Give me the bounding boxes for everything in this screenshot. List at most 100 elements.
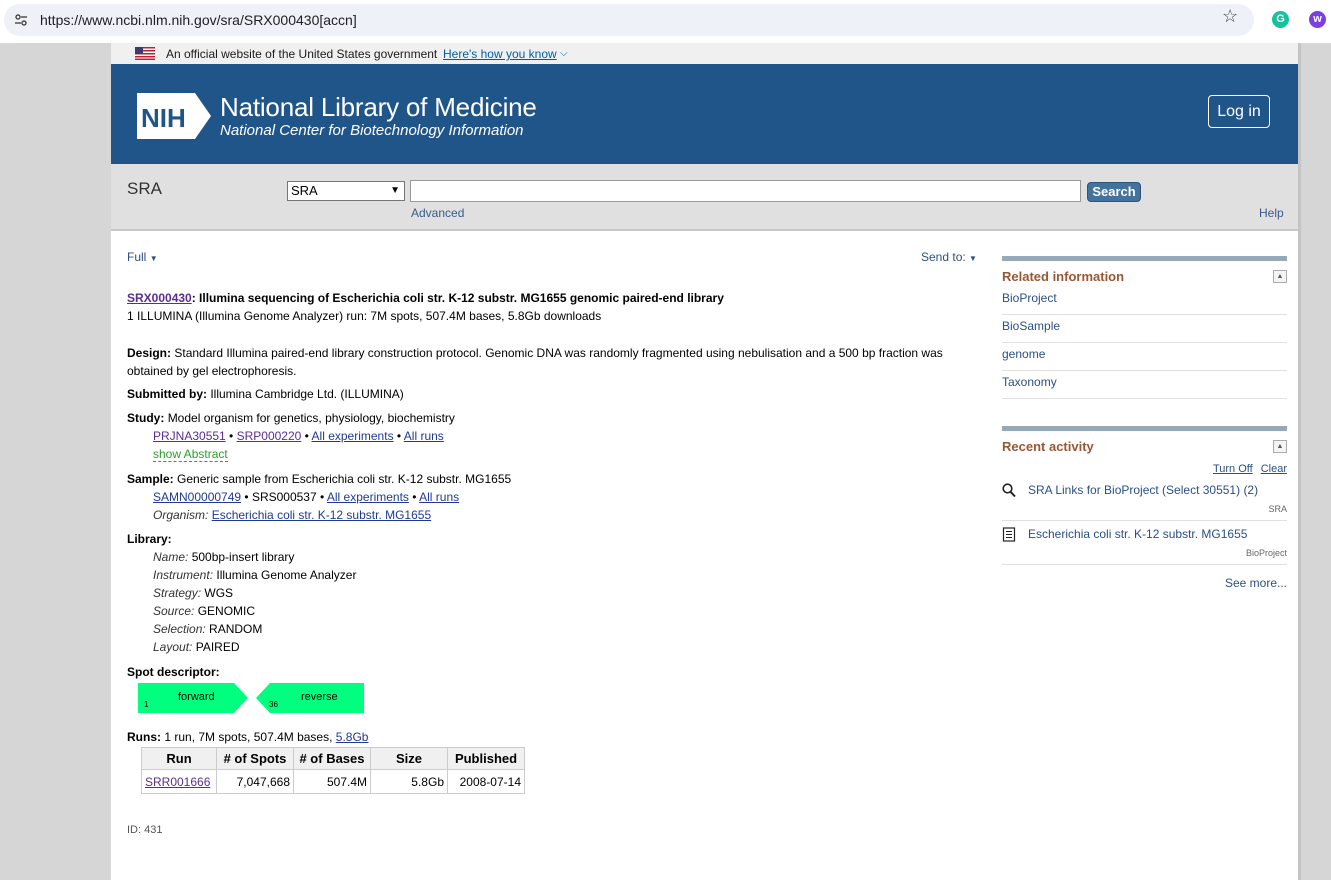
page: An official website of the United States… [111,43,1298,880]
related-taxonomy-link[interactable]: Taxonomy [1002,371,1287,399]
advanced-search-link[interactable]: Advanced [411,206,464,220]
srp-link[interactable]: SRP000220 [237,429,302,443]
record-summary: 1 ILLUMINA (Illumina Genome Analyzer) ru… [127,309,602,323]
sample-all-experiments-link[interactable]: All experiments [327,490,409,504]
recent-actions: Turn Off Clear [1002,463,1287,477]
runs-summary: Runs: 1 run, 7M spots, 507.4M bases, 5.8… [127,730,368,744]
related-header-bar [1002,256,1287,261]
related-biosample-link[interactable]: BioSample [1002,315,1287,343]
library-name: Name: 500bp-insert library [153,550,294,564]
show-abstract-row: show Abstract [153,447,228,462]
clear-link[interactable]: Clear [1261,463,1287,475]
site-header: NIH National Library of Medicine Nationa… [111,64,1298,164]
library-name-value: 500bp-insert library [191,550,295,564]
recent-item-text[interactable]: Escherichia coli str. K-12 substr. MG165… [1028,527,1247,541]
col-published: Published [447,747,525,770]
show-abstract-toggle[interactable]: show Abstract [153,447,228,462]
related-genome-link[interactable]: genome [1002,343,1287,371]
table-row: SRR001666 7,047,668 507.4M 5.8Gb 2008-07… [141,769,525,794]
recent-header-bar [1002,426,1287,431]
send-to-label: Send to: [921,250,966,264]
design-text: Standard Illumina paired-end library con… [127,346,943,378]
submitted-label: Submitted by: [127,387,207,401]
recent-item-db: BioProject [1245,548,1287,558]
accession-link[interactable]: SRX000430 [127,291,192,305]
library-label: Library: [127,532,172,546]
runs-table: Run # of Spots # of Bases Size Published… [141,747,525,794]
sidebar: Related information ▲ BioProject BioSamp… [1002,256,1287,590]
list-item[interactable]: Escherichia coli str. K-12 substr. MG165… [1002,521,1287,565]
sample-label: Sample: [127,472,174,486]
caret-down-icon: ▼ [149,254,158,263]
see-more-link[interactable]: See more... [1002,576,1287,590]
recent-item-text[interactable]: SRA Links for BioProject (Select 30551) … [1028,483,1258,497]
send-to-menu[interactable]: Send to: ▼ [921,250,977,264]
search-button[interactable]: Search [1087,182,1141,202]
runs-table-header: Run # of Spots # of Bases Size Published [141,747,525,770]
srs-id: SRS000537 [251,490,317,504]
collapse-icon[interactable]: ▲ [1273,440,1287,453]
organism: Organism: Escherichia coli str. K-12 sub… [153,508,431,522]
url-text[interactable]: https://www.ncbi.nlm.nih.gov/sra/SRX0004… [40,12,357,28]
turn-off-link[interactable]: Turn Off [1213,463,1253,475]
heres-how-you-know-link[interactable]: Here's how you know [443,47,557,61]
study-all-runs-link[interactable]: All runs [404,429,444,443]
biosample-link[interactable]: SAMN00000749 [153,490,241,504]
extension-icon[interactable]: w [1309,11,1326,28]
study-value: Model organism for genetics, physiology,… [167,411,455,425]
record-id: ID: 431 [127,824,163,836]
forward-position: 1 [144,700,149,709]
login-button[interactable]: Log in [1208,95,1270,128]
spot-descriptor-heading: Spot descriptor: [127,665,220,679]
display-format-menu[interactable]: Full ▼ [127,250,158,264]
recent-item-db: SRA [1268,504,1287,514]
size-cell: 5.8Gb [370,769,448,794]
bookmark-star-icon[interactable]: ☆ [1222,6,1238,27]
search-bar: SRA SRA ▼ Search Advanced Help [111,164,1298,231]
grammarly-extension-icon[interactable]: G [1272,11,1289,28]
study-label: Study: [127,411,165,425]
nih-logo[interactable]: NIH [135,91,213,141]
spots-cell: 7,047,668 [216,769,294,794]
database-select-value: SRA [291,183,318,198]
study-all-experiments-link[interactable]: All experiments [312,429,394,443]
sample: Sample: Generic sample from Escherichia … [127,472,511,486]
chevron-down-icon[interactable]: ⌵ [560,48,568,59]
run-link[interactable]: SRR001666 [145,775,210,789]
gov-banner: An official website of the United States… [111,43,1298,64]
library-source: Source: GENOMIC [153,604,255,618]
col-bases: # of Bases [293,747,371,770]
published-cell: 2008-07-14 [447,769,525,794]
ncbi-subtitle[interactable]: National Center for Biotechnology Inform… [220,122,524,139]
list-item[interactable]: SRA Links for BioProject (Select 30551) … [1002,477,1287,521]
sample-all-runs-link[interactable]: All runs [419,490,459,504]
reverse-position: 36 [269,700,278,709]
address-bar[interactable]: https://www.ncbi.nlm.nih.gov/sra/SRX0004… [4,4,1254,36]
gov-banner-text: An official website of the United States… [166,47,438,61]
recent-activity-title: Recent activity ▲ [1002,439,1287,457]
design-section: Design: Standard Illumina paired-end lib… [127,344,987,380]
col-run: Run [141,747,217,770]
database-select[interactable]: SRA ▼ [287,181,405,201]
site-settings-icon[interactable] [14,13,28,27]
submitted-value: Illumina Cambridge Ltd. (ILLUMINA) [210,387,404,401]
bioproject-link[interactable]: PRJNA30551 [153,429,226,443]
library-name-label: Name: [153,550,189,564]
document-icon [1002,527,1016,542]
nlm-title[interactable]: National Library of Medicine [220,92,537,123]
related-bioproject-link[interactable]: BioProject [1002,287,1287,315]
us-flag-icon [135,47,155,60]
library-strategy-label: Strategy: [153,586,202,600]
collapse-icon[interactable]: ▲ [1273,270,1287,283]
page-shadow [1298,43,1301,880]
library-selection-value: RANDOM [209,622,263,636]
search-input[interactable] [410,180,1081,202]
browser-toolbar: https://www.ncbi.nlm.nih.gov/sra/SRX0004… [0,0,1331,43]
spot-descriptor-label: Spot descriptor: [127,665,220,679]
library-layout-value: PAIRED [195,640,240,654]
library-strategy-value: WGS [204,586,234,600]
runs-size-link[interactable]: 5.8Gb [336,730,369,744]
help-link[interactable]: Help [1259,206,1284,220]
reverse-label: reverse [301,691,338,703]
organism-link[interactable]: Escherichia coli str. K-12 substr. MG165… [212,508,431,522]
